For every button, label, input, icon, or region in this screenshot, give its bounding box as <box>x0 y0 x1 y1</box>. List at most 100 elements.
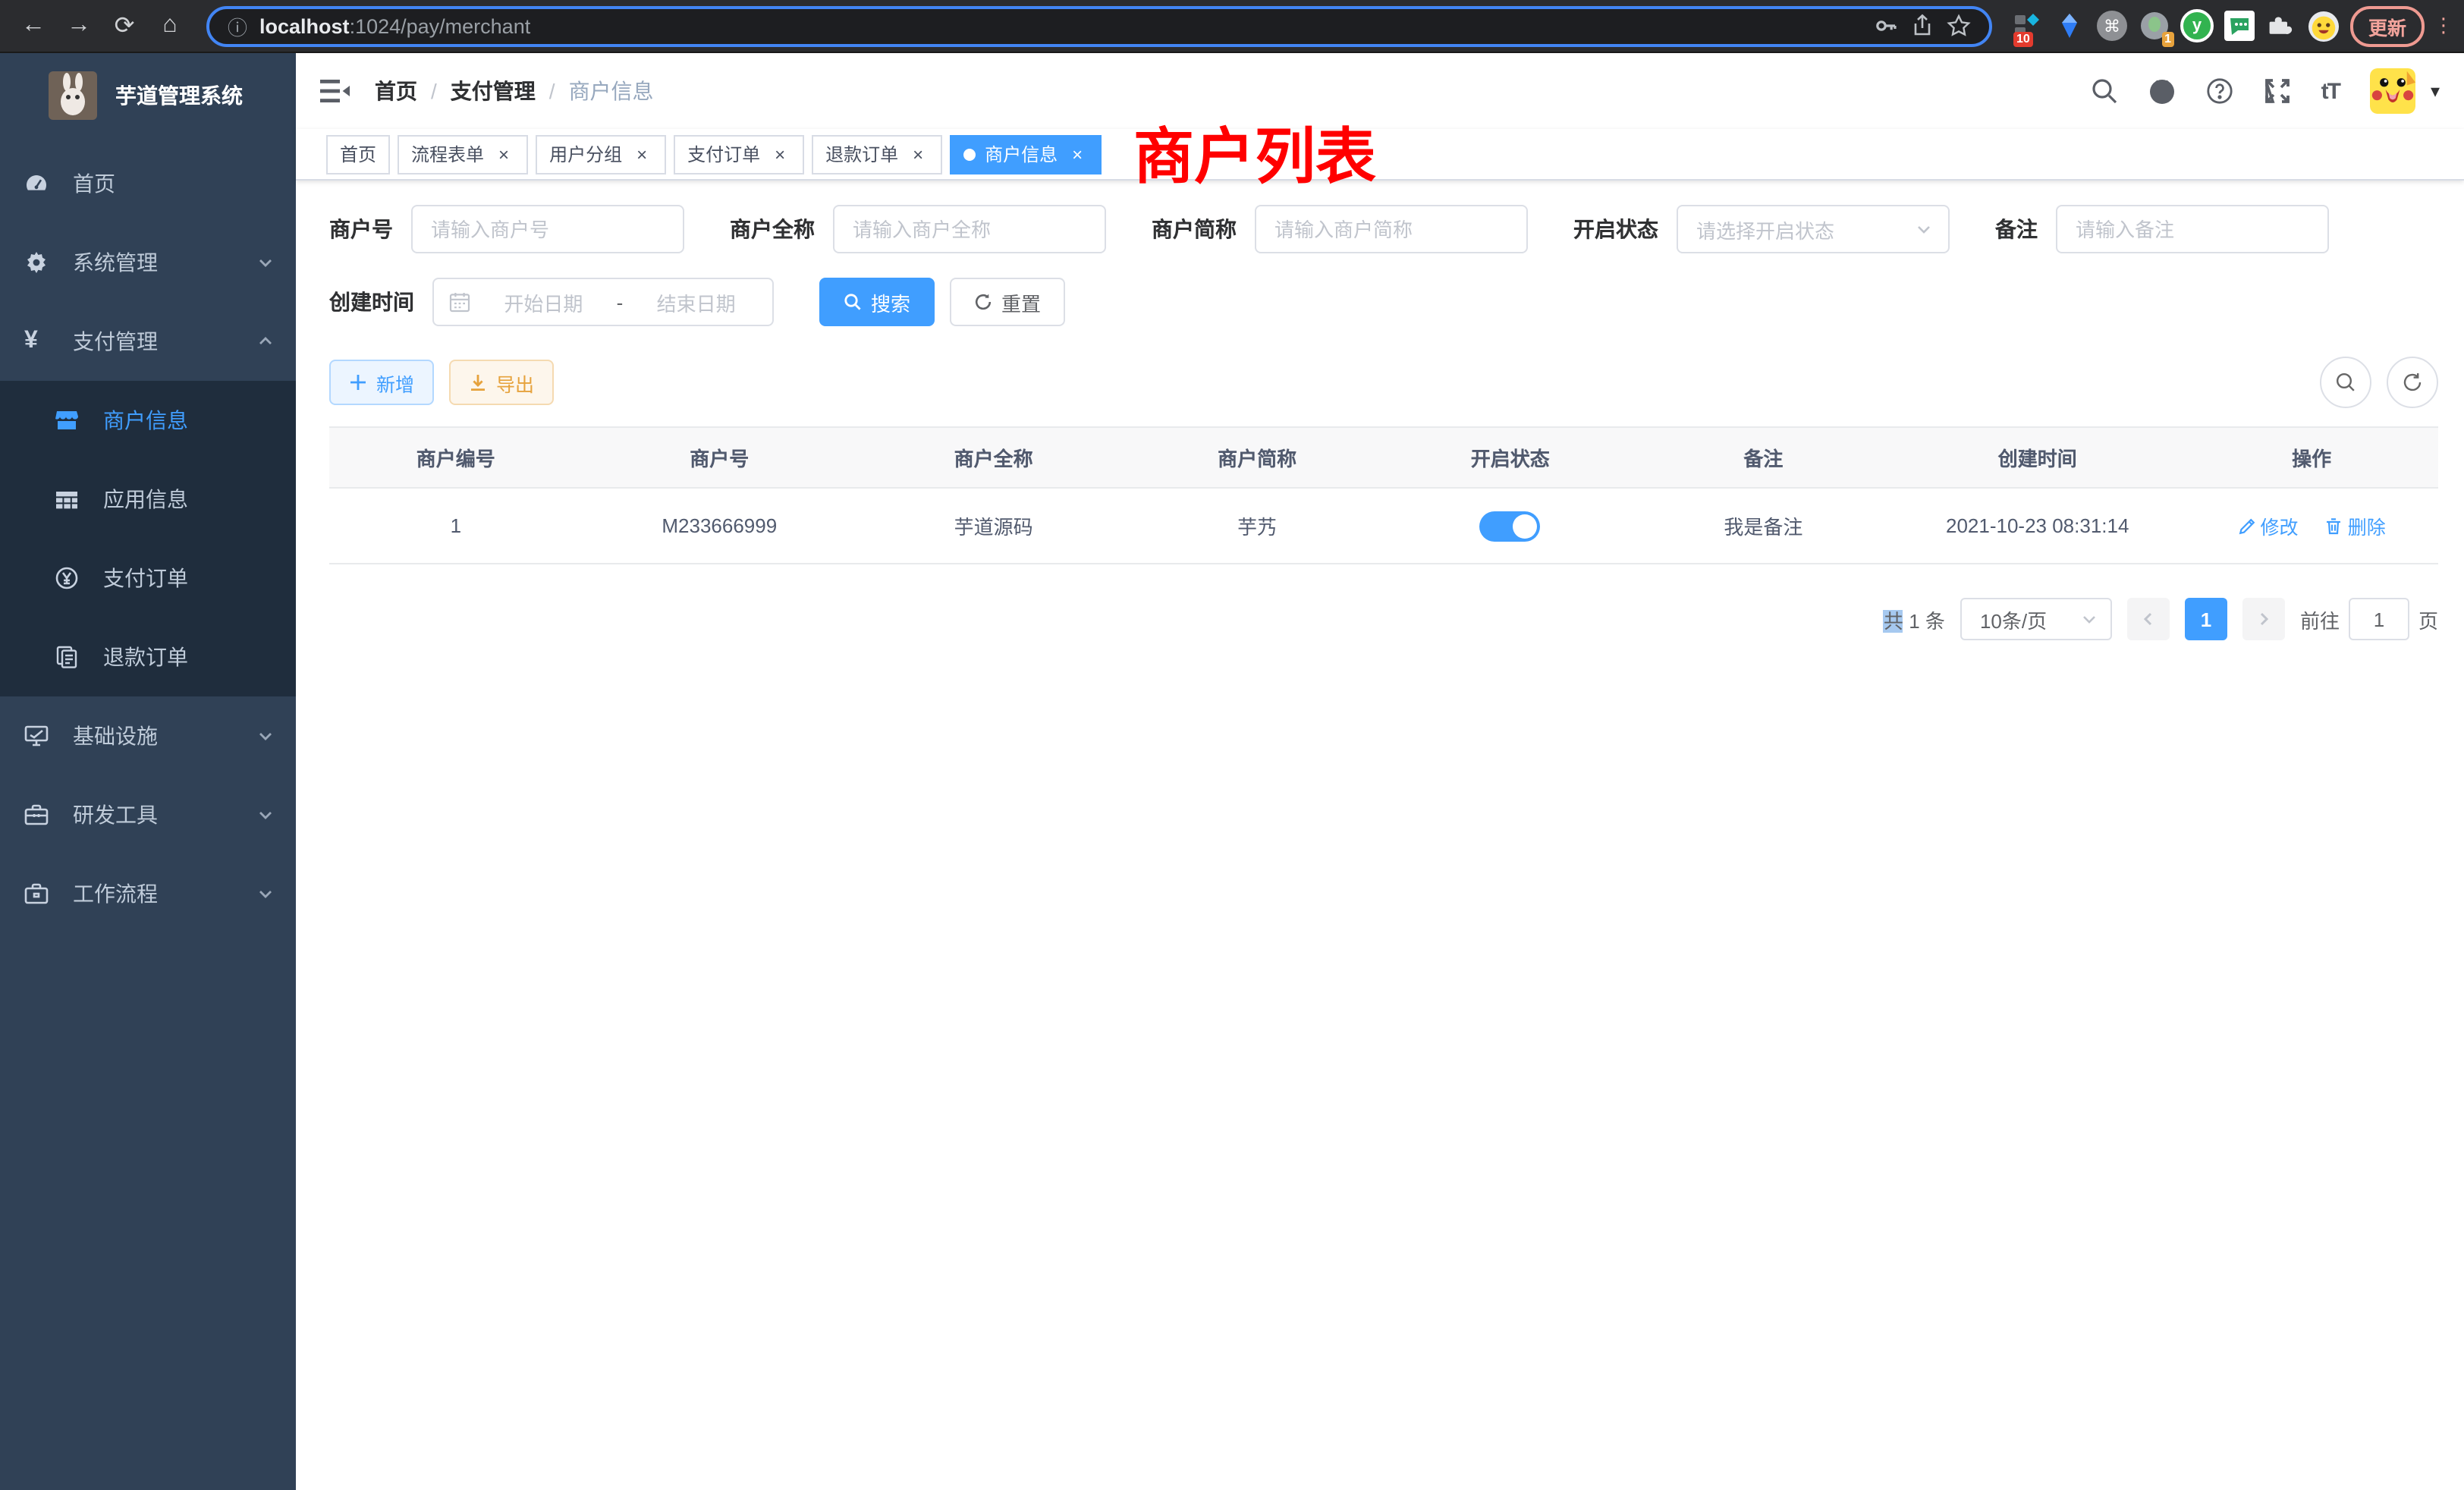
search-button[interactable]: 搜索 <box>819 278 935 326</box>
help-icon[interactable] <box>2206 77 2233 105</box>
gem-extension-icon[interactable] <box>2053 9 2086 42</box>
date-range-picker[interactable]: 开始日期 - 结束日期 <box>432 278 774 326</box>
app-title: 芋道管理系统 <box>115 80 243 111</box>
close-icon[interactable]: × <box>1067 143 1088 165</box>
close-icon[interactable]: × <box>769 143 790 165</box>
profile-extension-badge: 1 <box>2161 32 2174 47</box>
toggle-search-button[interactable] <box>2320 357 2371 408</box>
breadcrumb-home[interactable]: 首页 <box>375 76 417 106</box>
col-created-at: 创建时间 <box>1890 427 2185 488</box>
extension-tiles-icon[interactable]: 10 <box>2010 9 2044 42</box>
browser-menu-icon[interactable]: ⋮ <box>2434 23 2449 29</box>
next-page-button[interactable] <box>2242 598 2285 640</box>
chevron-down-icon <box>256 253 275 272</box>
close-icon[interactable]: × <box>631 143 652 165</box>
pagination: 共 1 条 10条/页 1 前往 页 <box>329 598 2438 640</box>
address-bar[interactable]: ⓘ localhost:1024/pay/merchant <box>206 5 1992 46</box>
sidebar-item-merchant-info[interactable]: 商户信息 <box>0 381 296 460</box>
cell-full-name: 芋道源码 <box>856 488 1130 564</box>
start-date-input[interactable]: 开始日期 <box>482 288 605 316</box>
sidebar-item-label: 应用信息 <box>103 484 188 514</box>
app-logo-row[interactable]: 芋道管理系统 <box>0 53 296 138</box>
merchant-no-input[interactable] <box>411 205 684 253</box>
export-button[interactable]: 导出 <box>449 360 554 405</box>
tab-pay-order[interactable]: 支付订单× <box>674 134 804 174</box>
refresh-table-button[interactable] <box>2387 357 2438 408</box>
avatar-caret-icon[interactable]: ▾ <box>2431 80 2440 102</box>
breadcrumb-payment[interactable]: 支付管理 <box>451 76 536 106</box>
main-area: 商户列表 首页 / 支付管理 / 商户信息 tT <box>296 53 2464 1490</box>
edit-link[interactable]: 修改 <box>2238 511 2299 540</box>
full-name-input[interactable] <box>833 205 1106 253</box>
tab-process-form[interactable]: 流程表单× <box>398 134 528 174</box>
goto-page-input[interactable] <box>2349 598 2409 640</box>
sidebar-item-label: 退款订单 <box>103 642 188 672</box>
page-size-select[interactable]: 10条/页 <box>1960 598 2112 640</box>
profile-extension-icon[interactable]: 1 <box>2138 9 2171 42</box>
sidebar-item-system[interactable]: 系统管理 <box>0 223 296 302</box>
reload-icon[interactable]: ⟳ <box>106 11 143 41</box>
sidebar-item-label: 支付订单 <box>103 563 188 593</box>
browser-toolbar: ← → ⟳ ⌂ ⓘ localhost:1024/pay/merchant 10… <box>0 0 2464 53</box>
prev-page-button[interactable] <box>2127 598 2170 640</box>
sidebar-item-devtools[interactable]: 研发工具 <box>0 775 296 854</box>
sidebar-item-pay-order[interactable]: 支付订单 <box>0 539 296 618</box>
password-key-icon[interactable] <box>1874 14 1898 38</box>
user-avatar[interactable] <box>2370 68 2415 114</box>
chevron-down-icon <box>1915 220 1933 238</box>
share-icon[interactable] <box>1910 14 1934 38</box>
cell-status <box>1384 488 1637 564</box>
sidebar-menu: 首页 系统管理 ¥ 支付管理 商户信息 <box>0 138 296 933</box>
sidebar-collapse-icon[interactable] <box>320 79 350 103</box>
back-icon[interactable]: ← <box>15 12 52 39</box>
tab-home[interactable]: 首页 <box>326 134 390 174</box>
emoji-avatar[interactable] <box>2308 9 2341 42</box>
field-short-name: 商户简称 <box>1152 205 1528 253</box>
col-remark: 备注 <box>1637 427 1890 488</box>
browser-update-button[interactable]: 更新 <box>2350 5 2425 46</box>
cell-short-name: 芋艿 <box>1130 488 1384 564</box>
sidebar-item-refund-order[interactable]: 退款订单 <box>0 618 296 696</box>
remark-input[interactable] <box>2056 205 2329 253</box>
font-size-icon[interactable]: tT <box>2321 78 2340 104</box>
page-1-button[interactable]: 1 <box>2185 598 2227 640</box>
tab-user-group[interactable]: 用户分组× <box>536 134 666 174</box>
close-icon[interactable]: × <box>493 143 514 165</box>
github-icon[interactable] <box>2148 77 2176 105</box>
field-label: 商户号 <box>329 214 393 244</box>
bookmark-star-icon[interactable] <box>1947 14 1971 38</box>
sidebar-item-infra[interactable]: 基础设施 <box>0 696 296 775</box>
yuque-extension-icon[interactable]: y <box>2180 9 2214 42</box>
short-name-input[interactable] <box>1255 205 1528 253</box>
header-search-icon[interactable] <box>2091 77 2118 105</box>
sidebar-item-home[interactable]: 首页 <box>0 144 296 223</box>
delete-link[interactable]: 删除 <box>2325 511 2386 540</box>
end-date-input[interactable]: 结束日期 <box>635 288 757 316</box>
chevron-down-icon <box>256 806 275 824</box>
tab-refund-order[interactable]: 退款订单× <box>812 134 942 174</box>
field-label: 开启状态 <box>1573 214 1658 244</box>
filter-row-2: 创建时间 开始日期 - 结束日期 搜索 重置 <box>329 278 2438 326</box>
site-info-icon[interactable]: ⓘ <box>228 11 247 40</box>
field-label: 创建时间 <box>329 287 414 317</box>
command-extension-icon[interactable]: ⌘ <box>2095 9 2129 42</box>
close-icon[interactable]: × <box>907 143 929 165</box>
plus-icon <box>349 373 367 391</box>
fullscreen-icon[interactable] <box>2264 77 2291 105</box>
add-button[interactable]: 新增 <box>329 360 434 405</box>
forward-icon[interactable]: → <box>61 12 97 39</box>
chat-extension-icon[interactable] <box>2223 9 2256 42</box>
trash-icon <box>2325 517 2343 535</box>
sidebar-item-payment[interactable]: ¥ 支付管理 <box>0 302 296 381</box>
status-select[interactable]: 请选择开启状态 <box>1677 205 1950 253</box>
status-toggle[interactable] <box>1480 511 1541 541</box>
status-select-placeholder: 请选择开启状态 <box>1696 215 1834 244</box>
sidebar-item-workflow[interactable]: 工作流程 <box>0 854 296 933</box>
chevron-down-icon <box>256 727 275 745</box>
home-icon[interactable]: ⌂ <box>152 12 188 39</box>
reset-button[interactable]: 重置 <box>950 278 1065 326</box>
tab-merchant-info[interactable]: 商户信息× <box>950 134 1102 174</box>
extensions-puzzle-icon[interactable] <box>2265 9 2299 42</box>
sidebar-item-app-info[interactable]: 应用信息 <box>0 460 296 539</box>
extension-badge: 10 <box>2013 32 2033 47</box>
